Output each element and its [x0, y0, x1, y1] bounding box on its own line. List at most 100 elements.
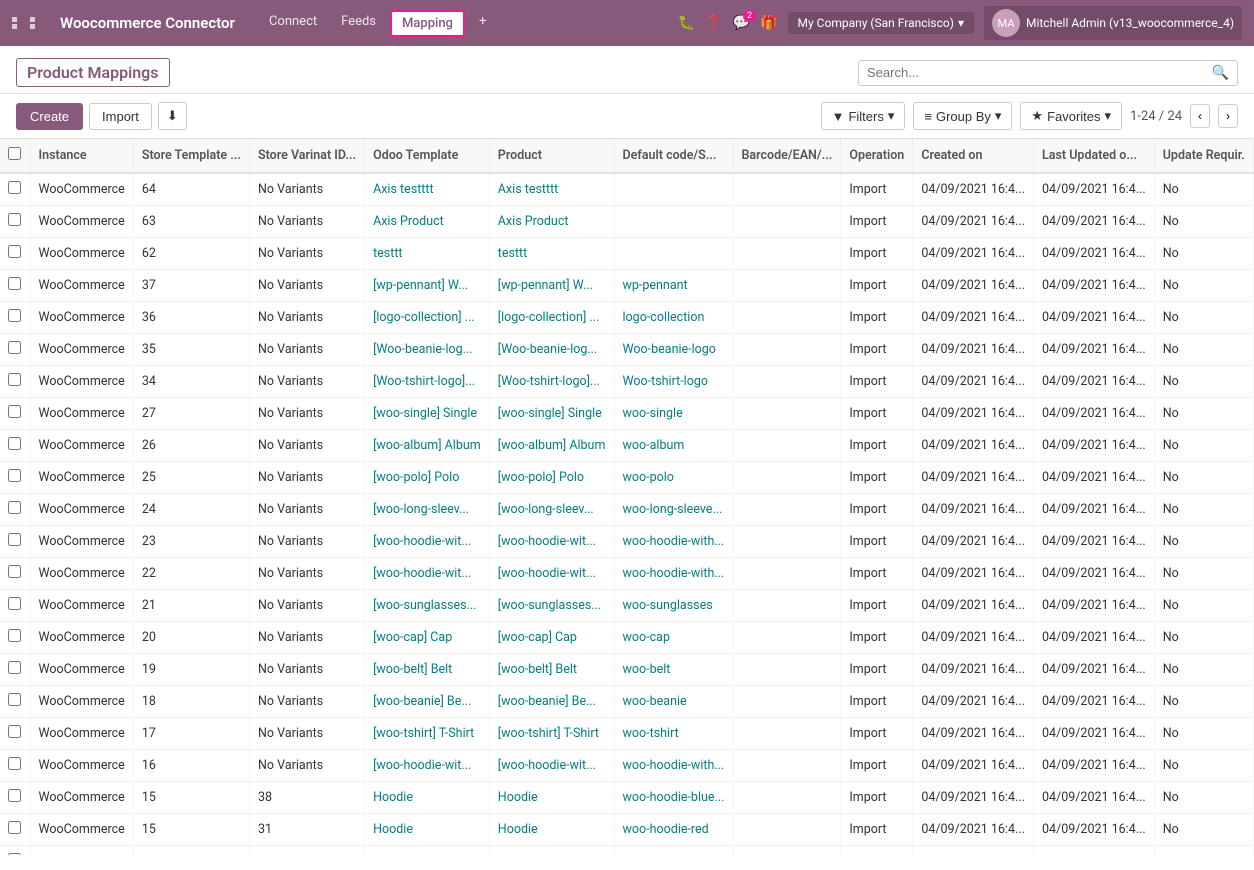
row-checkbox[interactable]	[8, 597, 21, 610]
cell-12-4[interactable]: [woo-hoodie-wit...	[489, 558, 614, 590]
bug-icon[interactable]: 🐛	[678, 15, 695, 31]
cell-4-3[interactable]: [logo-collection] ...	[365, 302, 490, 334]
row-checkbox[interactable]	[8, 853, 21, 855]
table-row[interactable]: WooCommerce63No VariantsAxis ProductAxis…	[0, 206, 1254, 238]
cell-17-4[interactable]: [woo-tshirt] T-Shirt	[489, 718, 614, 750]
table-row[interactable]: WooCommerce1532HoodieHoodiewoo-hoodie-gr…	[0, 846, 1254, 856]
cell-20-3[interactable]: Hoodie	[365, 814, 490, 846]
row-checkbox[interactable]	[8, 693, 21, 706]
cell-8-3[interactable]: [woo-album] Album	[365, 430, 490, 462]
row-checkbox-cell[interactable]	[0, 590, 30, 622]
row-checkbox[interactable]	[8, 373, 21, 386]
chat-icon[interactable]: 💬 2	[733, 15, 750, 31]
col-odoo-template[interactable]: Odoo Template	[365, 139, 490, 173]
cell-16-4[interactable]: [woo-beanie] Be...	[489, 686, 614, 718]
cell-21-5[interactable]: woo-hoodie-green	[614, 846, 733, 856]
row-checkbox-cell[interactable]	[0, 494, 30, 526]
col-last-updated[interactable]: Last Updated o...	[1034, 139, 1155, 173]
cell-8-4[interactable]: [woo-album] Album	[489, 430, 614, 462]
cell-2-5[interactable]	[614, 238, 733, 270]
cell-5-5[interactable]: Woo-beanie-logo	[614, 334, 733, 366]
select-all-checkbox[interactable]	[8, 147, 21, 160]
table-row[interactable]: WooCommerce62No VariantstesttttestttImpo…	[0, 238, 1254, 270]
row-checkbox-cell[interactable]	[0, 622, 30, 654]
cell-4-5[interactable]: logo-collection	[614, 302, 733, 334]
cell-17-3[interactable]: [woo-tshirt] T-Shirt	[365, 718, 490, 750]
row-checkbox-cell[interactable]	[0, 750, 30, 782]
company-selector[interactable]: My Company (San Francisco) ▾	[788, 12, 974, 34]
help-icon[interactable]: ❓	[705, 15, 722, 31]
cell-13-3[interactable]: [woo-sunglasses...	[365, 590, 490, 622]
col-store-template[interactable]: Store Template ...	[133, 139, 249, 173]
cell-3-3[interactable]: [wp-pennant] W...	[365, 270, 490, 302]
cell-11-3[interactable]: [woo-hoodie-wit...	[365, 526, 490, 558]
row-checkbox[interactable]	[8, 469, 21, 482]
cell-9-5[interactable]: woo-polo	[614, 462, 733, 494]
table-row[interactable]: WooCommerce24No Variants[woo-long-sleev.…	[0, 494, 1254, 526]
cell-18-3[interactable]: [woo-hoodie-wit...	[365, 750, 490, 782]
cell-19-4[interactable]: Hoodie	[489, 782, 614, 814]
cell-0-4[interactable]: Axis testttt	[489, 173, 614, 206]
cell-9-3[interactable]: [woo-polo] Polo	[365, 462, 490, 494]
table-row[interactable]: WooCommerce36No Variants[logo-collection…	[0, 302, 1254, 334]
row-checkbox-cell[interactable]	[0, 334, 30, 366]
cell-5-4[interactable]: [Woo-beanie-log...	[489, 334, 614, 366]
cell-6-3[interactable]: [Woo-tshirt-logo]...	[365, 366, 490, 398]
cell-13-4[interactable]: [woo-sunglasses...	[489, 590, 614, 622]
cell-16-3[interactable]: [woo-beanie] Be...	[365, 686, 490, 718]
row-checkbox-cell[interactable]	[0, 398, 30, 430]
table-row[interactable]: WooCommerce18No Variants[woo-beanie] Be.…	[0, 686, 1254, 718]
cell-1-4[interactable]: Axis Product	[489, 206, 614, 238]
cell-5-3[interactable]: [Woo-beanie-log...	[365, 334, 490, 366]
cell-21-4[interactable]: Hoodie	[489, 846, 614, 856]
row-checkbox-cell[interactable]	[0, 718, 30, 750]
group-by-button[interactable]: ≡ Group By ▾	[913, 102, 1012, 130]
cell-20-5[interactable]: woo-hoodie-red	[614, 814, 733, 846]
table-row[interactable]: WooCommerce16No Variants[woo-hoodie-wit.…	[0, 750, 1254, 782]
cell-12-3[interactable]: [woo-hoodie-wit...	[365, 558, 490, 590]
row-checkbox-cell[interactable]	[0, 206, 30, 238]
col-operation[interactable]: Operation	[841, 139, 913, 173]
search-input[interactable]	[867, 65, 1212, 80]
cell-3-4[interactable]: [wp-pennant] W...	[489, 270, 614, 302]
row-checkbox[interactable]	[8, 725, 21, 738]
table-row[interactable]: WooCommerce35No Variants[Woo-beanie-log.…	[0, 334, 1254, 366]
row-checkbox[interactable]	[8, 181, 21, 194]
cell-6-5[interactable]: Woo-tshirt-logo	[614, 366, 733, 398]
filters-button[interactable]: ▼ Filters ▾	[821, 102, 906, 130]
cell-8-5[interactable]: woo-album	[614, 430, 733, 462]
col-created-on[interactable]: Created on	[913, 139, 1034, 173]
cell-4-4[interactable]: [logo-collection] ...	[489, 302, 614, 334]
cell-2-3[interactable]: testtt	[365, 238, 490, 270]
cell-2-4[interactable]: testtt	[489, 238, 614, 270]
row-checkbox-cell[interactable]	[0, 462, 30, 494]
table-row[interactable]: WooCommerce1531HoodieHoodiewoo-hoodie-re…	[0, 814, 1254, 846]
cell-1-3[interactable]: Axis Product	[365, 206, 490, 238]
cell-3-5[interactable]: wp-pennant	[614, 270, 733, 302]
col-store-variant-id[interactable]: Store Varinat ID...	[250, 139, 365, 173]
select-all-header[interactable]	[0, 139, 30, 173]
row-checkbox-cell[interactable]	[0, 173, 30, 206]
cell-16-5[interactable]: woo-beanie	[614, 686, 733, 718]
favorites-button[interactable]: ★ Favorites ▾	[1020, 102, 1122, 130]
cell-7-5[interactable]: woo-single	[614, 398, 733, 430]
row-checkbox[interactable]	[8, 245, 21, 258]
table-row[interactable]: WooCommerce19No Variants[woo-belt] Belt[…	[0, 654, 1254, 686]
col-barcode[interactable]: Barcode/EAN/...	[733, 139, 841, 173]
app-grid-icon[interactable]	[12, 17, 46, 29]
row-checkbox-cell[interactable]	[0, 430, 30, 462]
cell-6-4[interactable]: [Woo-tshirt-logo]...	[489, 366, 614, 398]
table-row[interactable]: WooCommerce20No Variants[woo-cap] Cap[wo…	[0, 622, 1254, 654]
table-row[interactable]: WooCommerce17No Variants[woo-tshirt] T-S…	[0, 718, 1254, 750]
search-icon[interactable]: 🔍	[1212, 65, 1229, 81]
cell-1-5[interactable]	[614, 206, 733, 238]
row-checkbox[interactable]	[8, 661, 21, 674]
download-button[interactable]: ⬇	[158, 102, 187, 130]
cell-14-3[interactable]: [woo-cap] Cap	[365, 622, 490, 654]
row-checkbox-cell[interactable]	[0, 782, 30, 814]
cell-7-4[interactable]: [woo-single] Single	[489, 398, 614, 430]
cell-10-3[interactable]: [woo-long-sleev...	[365, 494, 490, 526]
row-checkbox-cell[interactable]	[0, 558, 30, 590]
next-page-button[interactable]: ›	[1218, 104, 1238, 128]
nav-feeds[interactable]: Feeds	[331, 10, 386, 37]
